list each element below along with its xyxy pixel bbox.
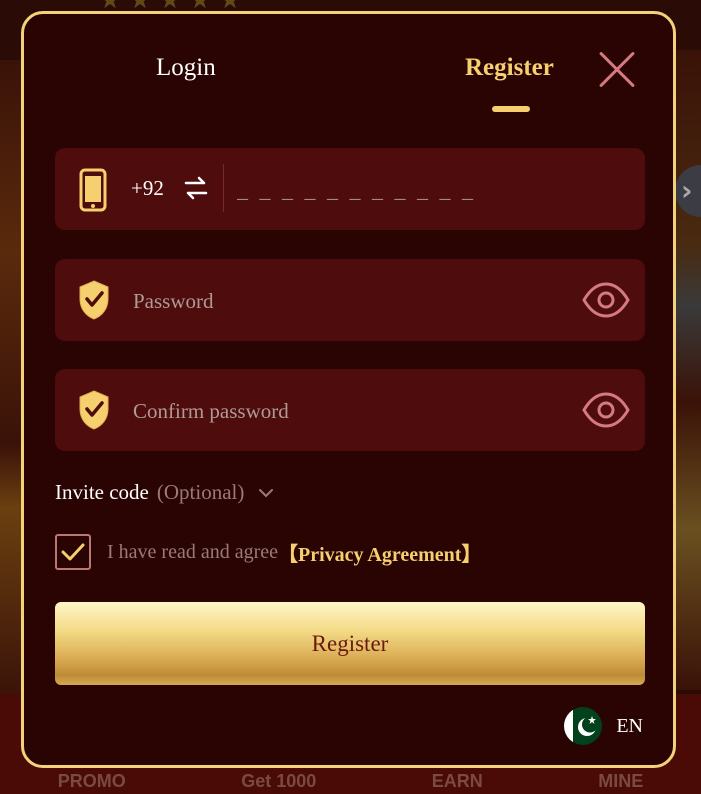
invite-code-optional: (Optional)	[156, 480, 245, 504]
agreement-row: I have read and agree 【Privacy Agreement…	[55, 534, 481, 570]
privacy-agreement-link[interactable]: 【Privacy Agreement】	[278, 538, 481, 567]
shield-check-icon	[79, 280, 109, 320]
language-selector[interactable]: EN	[564, 707, 643, 745]
field-divider	[223, 164, 224, 212]
eye-icon[interactable]	[581, 391, 631, 429]
eye-icon[interactable]	[581, 281, 631, 319]
background-nav-item: Get 1000	[241, 771, 317, 791]
active-tab-indicator	[492, 106, 530, 112]
register-modal: Login Register +92 _ _ _ _ _ _ _ _ _ _ _…	[21, 11, 676, 768]
pakistan-flag-icon	[564, 707, 603, 745]
register-button[interactable]: Register	[55, 602, 645, 685]
phone-field: +92	[55, 148, 645, 230]
phone-input[interactable]	[237, 168, 617, 212]
phone-icon	[79, 168, 107, 212]
shield-check-icon	[79, 390, 109, 430]
tab-register[interactable]: Register	[465, 54, 554, 82]
confirm-password-field	[55, 369, 645, 451]
check-icon	[61, 543, 85, 561]
background-right-strip	[675, 50, 701, 690]
background-nav-item: PROMO	[57, 771, 126, 791]
background-nav-item: EARN	[431, 771, 483, 791]
tab-login[interactable]: Login	[156, 54, 216, 82]
chevron-down-icon	[259, 488, 274, 497]
invite-code-toggle[interactable]: Invite code (Optional)	[55, 480, 274, 505]
invite-code-label: Invite code	[55, 480, 149, 504]
background-nav-item: MINE	[598, 771, 644, 791]
background-rating-stars	[100, 0, 250, 9]
password-input[interactable]	[133, 279, 533, 323]
auth-tabs: Login Register	[24, 54, 673, 114]
close-icon[interactable]	[597, 50, 637, 90]
agreement-text: I have read and agree	[107, 540, 278, 563]
agreement-checkbox[interactable]	[55, 534, 91, 570]
background-nav: PROMO Get 1000 EARN MINE	[0, 766, 701, 794]
country-code[interactable]: +92	[131, 176, 164, 201]
confirm-password-input[interactable]	[133, 389, 533, 433]
language-label: EN	[616, 714, 643, 737]
swap-arrows-icon[interactable]	[183, 175, 209, 201]
password-field	[55, 259, 645, 341]
